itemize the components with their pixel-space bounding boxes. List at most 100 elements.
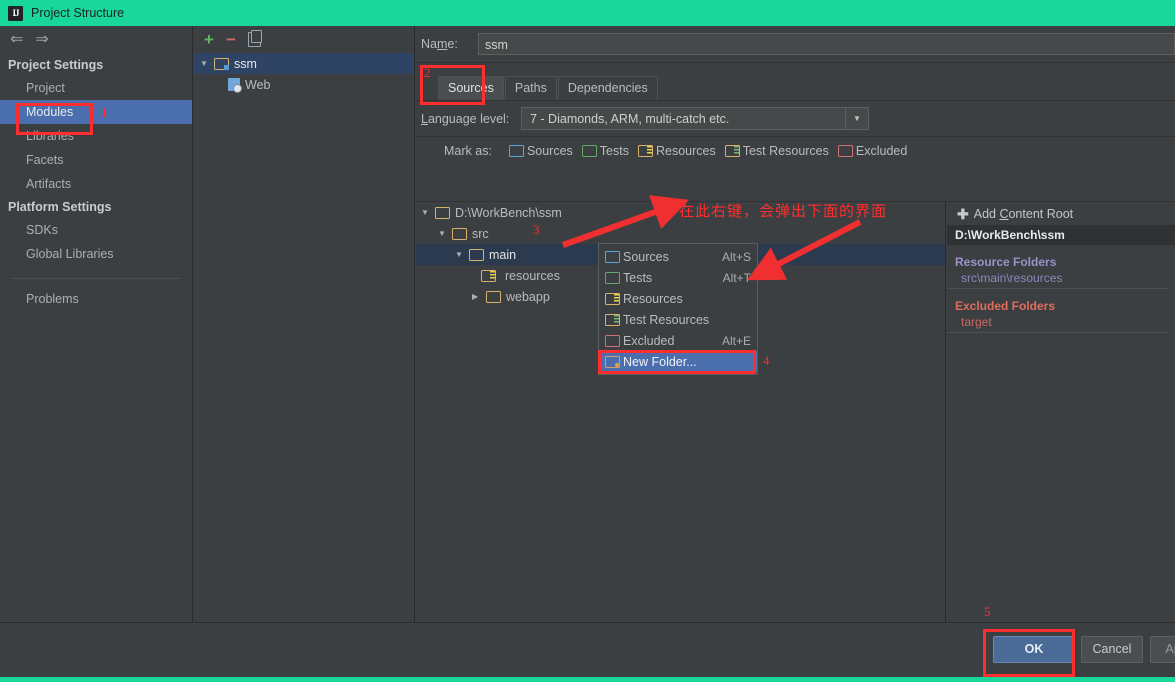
expand-triangle-icon[interactable]: ▼	[421, 208, 430, 217]
tests-folder-icon	[605, 271, 623, 284]
sidebar-item-sdks[interactable]: SDKs	[0, 218, 192, 242]
sidebar-item-modules[interactable]: Modules	[0, 100, 192, 124]
tests-folder-icon	[581, 145, 597, 157]
sidebar-item-global-libraries[interactable]: Global Libraries	[0, 242, 192, 266]
mark-as-tests-button[interactable]: Tests	[579, 143, 632, 159]
window-title: Project Structure	[31, 6, 125, 20]
name-label: Name:	[421, 37, 458, 51]
content-root-path: D:\WorkBench\ssm	[947, 225, 1175, 245]
tree-label: resources	[505, 268, 560, 283]
module-name-input[interactable]: ssm	[478, 33, 1175, 55]
context-menu-label: Sources	[623, 249, 669, 264]
context-menu-item-sources[interactable]: Sources Alt+S	[599, 246, 757, 267]
mark-as-test-resources-button[interactable]: Test Resources	[722, 143, 832, 159]
tab-dependencies[interactable]: Dependencies	[557, 76, 658, 100]
back-arrow-icon[interactable]: ⇐	[10, 32, 23, 48]
mark-as-excluded-button[interactable]: Excluded	[835, 143, 910, 159]
sidebar-item-problems[interactable]: Problems	[0, 287, 192, 311]
context-menu-shortcut: Alt+E	[721, 333, 751, 348]
mark-as-resources-button[interactable]: Resources	[635, 143, 719, 159]
language-level-value: 7 - Diamonds, ARM, multi-catch etc.	[530, 111, 730, 126]
module-tree-row-ssm[interactable]: ▼ ssm	[194, 53, 414, 74]
dialog-button-bar: OK Cancel Apply	[0, 622, 1175, 678]
apply-button[interactable]: Apply	[1150, 636, 1175, 663]
resource-folders-title: Resource Folders	[955, 255, 1057, 269]
context-menu-label: Tests	[623, 270, 653, 285]
detail-tabs: Sources Paths Dependencies	[416, 63, 1175, 101]
ok-button[interactable]: OK	[993, 636, 1075, 663]
mark-as-test-resources-label: Test Resources	[742, 144, 829, 158]
tree-label: webapp	[506, 289, 550, 304]
mark-as-sources-label: Sources	[526, 144, 573, 158]
remove-module-icon[interactable]: −	[226, 31, 236, 48]
expand-triangle-icon[interactable]: ▼	[438, 229, 447, 238]
add-content-root-label: Add Content Root	[973, 206, 1074, 221]
language-level-select[interactable]: 7 - Diamonds, ARM, multi-catch etc. ▼	[521, 107, 869, 130]
sidebar-item-facets[interactable]: Facets	[0, 148, 192, 172]
name-row: Name: ssm	[416, 26, 1175, 63]
context-menu-item-test-resources[interactable]: Test Resources	[599, 309, 757, 330]
collapse-triangle-icon[interactable]: ▶	[472, 292, 481, 301]
context-menu-item-resources[interactable]: Resources	[599, 288, 757, 309]
mark-as-resources-label: Resources	[655, 144, 716, 158]
module-label: ssm	[234, 56, 257, 71]
mark-as-sources-button[interactable]: Sources	[506, 143, 576, 159]
context-menu-item-tests[interactable]: Tests Alt+T	[599, 267, 757, 288]
annotation-number-1: 1	[101, 105, 108, 120]
mark-as-tests-label: Tests	[599, 144, 629, 158]
new-folder-icon	[605, 355, 623, 368]
context-menu-label: Excluded	[623, 333, 675, 348]
modules-list-panel: + − ▼ ssm Web	[194, 26, 415, 622]
module-tree-row-web[interactable]: Web	[194, 74, 414, 95]
resources-folder-icon	[637, 145, 653, 157]
sidebar-item-project[interactable]: Project	[0, 76, 192, 100]
resources-folder-icon	[481, 269, 496, 282]
excluded-folders-title: Excluded Folders	[955, 299, 1056, 313]
cancel-button[interactable]: Cancel	[1081, 636, 1143, 663]
add-content-root-button[interactable]: ✚ Add Content Root	[947, 202, 1175, 225]
expand-triangle-icon[interactable]: ▼	[200, 59, 209, 68]
context-menu-item-excluded[interactable]: Excluded Alt+E	[599, 330, 757, 351]
context-menu-label: Resources	[623, 291, 683, 306]
sources-folder-icon	[508, 145, 524, 157]
add-module-icon[interactable]: +	[204, 31, 214, 48]
context-menu-shortcut: Alt+S	[721, 249, 751, 264]
facet-label: Web	[245, 77, 271, 92]
expand-triangle-icon[interactable]: ▼	[455, 250, 464, 259]
excluded-folders-value[interactable]: target	[947, 315, 1169, 333]
annotation-number-3: 3	[533, 222, 540, 237]
bottom-accent-strip	[0, 677, 1175, 682]
context-menu-item-new-folder[interactable]: New Folder...	[599, 351, 757, 372]
folder-icon	[469, 248, 484, 261]
sidebar-item-libraries[interactable]: Libraries	[0, 124, 192, 148]
context-menu-label: New Folder...	[623, 354, 697, 369]
test-resources-folder-icon	[605, 313, 623, 326]
plus-icon: ✚	[957, 205, 969, 222]
resources-folder-icon	[605, 292, 623, 305]
annotation-number-2: 2	[424, 65, 431, 80]
mark-as-row: Mark as: Sources Tests Resources Test Re…	[416, 137, 1175, 165]
modules-toolbar: + −	[194, 26, 414, 53]
mark-as-context-menu: Sources Alt+S Tests Alt+T Resources Test…	[598, 243, 758, 375]
sidebar-group-project-settings: Project Settings	[8, 58, 104, 72]
intellij-logo-icon: IJ	[8, 5, 23, 21]
resource-folders-value[interactable]: src\main\resources	[947, 271, 1169, 289]
sidebar-item-artifacts[interactable]: Artifacts	[0, 172, 192, 196]
sidebar-group-platform-settings: Platform Settings	[8, 200, 112, 214]
copy-module-icon[interactable]	[247, 30, 262, 47]
forward-arrow-icon[interactable]: ⇒	[35, 32, 48, 48]
tab-sources[interactable]: Sources	[438, 76, 504, 100]
module-folder-icon	[214, 57, 229, 70]
sources-folder-icon	[605, 250, 623, 263]
test-resources-folder-icon	[724, 145, 740, 157]
tab-paths[interactable]: Paths	[504, 76, 557, 100]
content-roots-area: ▼ D:\WorkBench\ssm ▼ src ▼ main resource…	[416, 201, 1175, 623]
tree-label: main	[489, 247, 517, 262]
folder-icon	[452, 227, 467, 240]
tree-row-src[interactable]: ▼ src	[416, 223, 945, 244]
context-menu-shortcut: Alt+T	[722, 270, 751, 285]
context-menu-label: Test Resources	[623, 312, 710, 327]
navigation-arrows: ⇐ ⇒	[0, 26, 192, 54]
chevron-down-icon[interactable]: ▼	[845, 108, 868, 129]
annotation-note-chinese: 在此右键，会弹出下面的界面	[679, 203, 888, 220]
